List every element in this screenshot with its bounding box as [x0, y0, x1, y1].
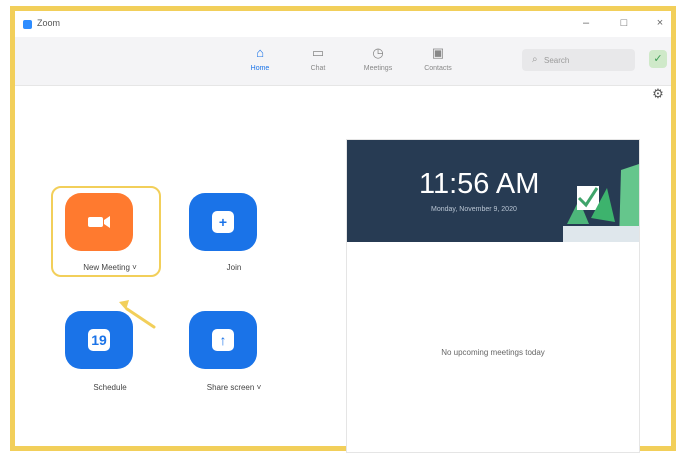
home-icon: ⌂	[256, 45, 264, 60]
clock-icon: ◷	[372, 45, 384, 60]
video-camera-icon	[88, 216, 110, 228]
no-upcoming-meetings-text: No upcoming meetings today	[441, 348, 545, 357]
upcoming-meetings-panel: 11:56 AM Monday, November 9, 2020 No upc…	[346, 139, 640, 453]
app-title: Zoom	[37, 18, 61, 28]
settings-gear-icon[interactable]: ⚙	[651, 87, 665, 101]
join-button[interactable]: +	[189, 193, 257, 251]
new-meeting-button[interactable]	[65, 193, 133, 251]
zoom-window: Zoom – □ × ⌂ Home ▭ Chat ◷ Meetings ▣ Co…	[10, 6, 676, 453]
top-toolbar: ⌂ Home ▭ Chat ◷ Meetings ▣ Contacts ⌕ Se…	[15, 37, 671, 86]
current-date: Monday, November 9, 2020	[431, 206, 517, 213]
titlebar: Zoom – □ ×	[15, 11, 671, 37]
close-button[interactable]: ×	[649, 16, 671, 30]
tab-chat-label: Chat	[310, 65, 326, 72]
plus-icon: +	[212, 211, 234, 233]
plant-illustration	[563, 164, 639, 242]
share-screen-button[interactable]: ↑	[189, 311, 257, 369]
tab-home-label: Home	[250, 65, 270, 72]
current-time: 11:56 AM	[419, 168, 540, 200]
tab-chat[interactable]: ▭ Chat	[293, 44, 343, 72]
tab-contacts[interactable]: ▣ Contacts	[413, 44, 463, 72]
tab-meetings[interactable]: ◷ Meetings	[353, 44, 403, 72]
new-meeting-label: New Meeting ˅	[83, 263, 137, 272]
search-icon: ⌕	[532, 54, 538, 65]
zoom-logo-icon	[23, 20, 32, 29]
search-box[interactable]: ⌕ Search	[522, 49, 635, 71]
schedule-button[interactable]: 19	[65, 311, 133, 369]
minimize-button[interactable]: –	[575, 16, 597, 30]
clock-banner: 11:56 AM Monday, November 9, 2020	[347, 140, 639, 242]
tab-contacts-label: Contacts	[424, 65, 452, 72]
maximize-button[interactable]: □	[613, 16, 635, 30]
schedule-label: Schedule	[93, 383, 127, 392]
share-screen-label: Share screen ˅	[206, 383, 262, 392]
tab-home[interactable]: ⌂ Home	[235, 44, 285, 72]
tab-meetings-label: Meetings	[363, 65, 393, 72]
contacts-icon: ▣	[431, 45, 445, 60]
chat-icon: ▭	[311, 45, 325, 60]
calendar-icon: 19	[88, 329, 110, 351]
search-placeholder: Search	[544, 56, 570, 65]
join-label: Join	[226, 263, 242, 272]
share-screen-icon: ↑	[212, 329, 234, 351]
profile-avatar[interactable]: ✓	[649, 50, 667, 68]
